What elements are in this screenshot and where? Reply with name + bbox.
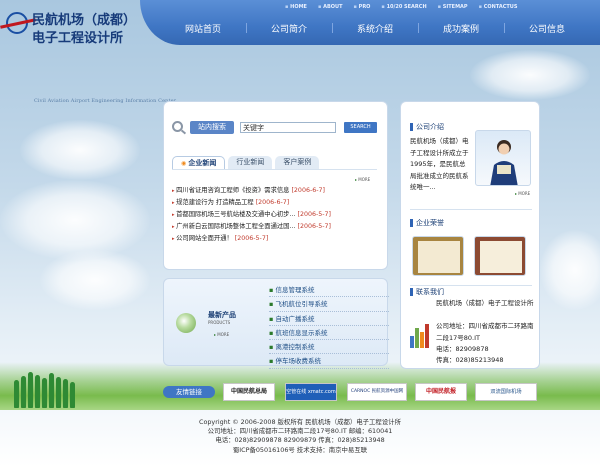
news-title[interactable]: 四川省证用咨询工程师《投资》需求信息 (176, 187, 289, 194)
honor-certificate-2[interactable] (474, 236, 526, 276)
nav-item-company-info[interactable]: 公司信息 (504, 22, 590, 35)
list-item[interactable]: 广州新白云国际机场整体工程全面通过国... [2006-5-7] (172, 221, 377, 233)
top-link-pro[interactable]: PRO (354, 4, 371, 10)
product-link[interactable]: 停车场收费系统 (269, 354, 389, 369)
contact-name: 民航机场（成都）电子工程设计所 (436, 299, 534, 307)
product-link[interactable]: 信息管理系统 (269, 283, 389, 298)
list-item[interactable]: 四川省证用咨询工程师《投资》需求信息 [2006-6-7] (172, 185, 377, 197)
friend-link-carnoc[interactable]: CARNOC 民航资源中国网 (347, 383, 407, 401)
news-date: [2006-5-7] (297, 223, 331, 230)
section-marker-icon (410, 219, 413, 227)
logo-title-line1: 民航机场（成都） (32, 13, 137, 28)
friend-link-xmatc[interactable]: 空管在线 xmatc.com (285, 383, 337, 401)
logo-emblem-icon (6, 12, 28, 34)
company-intro-title: 公司介绍 (410, 122, 444, 132)
products-title: 最新产品 (208, 311, 236, 319)
tab-divider (172, 169, 377, 170)
sidebar-divider (410, 285, 532, 286)
top-link-search[interactable]: 10/20 SEARCH (381, 4, 427, 10)
honor-certificate-1[interactable] (412, 236, 464, 276)
person-photo-icon (490, 140, 518, 185)
footer: Copyright © 2006-2008 版权所有 民航机场（成都）电子工程设… (0, 418, 600, 455)
logo-title-line2: 电子工程设计所 (32, 31, 124, 46)
news-date: [2006-5-7] (234, 235, 269, 242)
cloud-decoration (470, 50, 590, 100)
top-link-home[interactable]: HOME (285, 4, 307, 10)
news-date: [2006-5-7] (297, 211, 331, 218)
news-list: 四川省证用咨询工程师《投资》需求信息 [2006-6-7] 规范建设行为 打造精… (172, 185, 377, 245)
tab-client-cases[interactable]: 客户案例 (275, 156, 320, 169)
news-title[interactable]: 首都国际机场三号航站楼及交通中心初步... (176, 211, 295, 218)
sidebar-divider (410, 209, 532, 210)
products-more-link[interactable]: MORE (214, 332, 229, 337)
products-panel: 最新产品 PRODUCTS MORE 信息管理系统 飞机航位引导系统 自动广播系… (163, 278, 389, 369)
nav-item-home[interactable]: 网站首页 (160, 22, 246, 35)
product-list: 信息管理系统 飞机航位引导系统 自动广播系统 航班信息显示系统 离港控制系统 停… (269, 283, 389, 369)
watermark-text: Civil Aviation Airport Engineering Infor… (34, 98, 177, 104)
footer-copyright: Copyright © 2006-2008 版权所有 民航机场（成都）电子工程设… (199, 418, 401, 426)
friend-link-caacnews[interactable]: 中国民航报 (415, 383, 467, 401)
news-more-link[interactable]: MORE (355, 177, 370, 182)
top-link-contact[interactable]: CONTACTUS (479, 4, 518, 10)
news-date: [2006-6-7] (255, 199, 290, 206)
top-link-sitemap[interactable]: SITEMAP (438, 4, 468, 10)
cloud-decoration (0, 180, 150, 260)
product-link[interactable]: 自动广播系统 (269, 312, 389, 326)
cloud-decoration (540, 230, 600, 310)
site-logo[interactable]: 民航机场（成都） 电子工程设计所 (0, 0, 150, 60)
tab-company-news[interactable]: 企业新闻 (172, 156, 226, 169)
company-intro-text: 民航机场（成都）电子工程设计所成立于1995年，是民航总局批准成立的民航系统唯一… (410, 137, 469, 191)
site-search: 站内搜索 SEARCH (172, 121, 377, 135)
company-intro-photo (475, 130, 531, 186)
friend-links-label: 友情链接 (163, 386, 215, 398)
news-title[interactable]: 公司网站全面开通！ (176, 235, 233, 242)
friend-links: 友情链接 中国民航总局 空管在线 xmatc.com CARNOC 民航资源中国… (163, 382, 538, 402)
tab-industry-news[interactable]: 行业新闻 (228, 156, 273, 169)
contact-address: 公司地址：四川省成都市二环路南二段17号80.IT (436, 322, 534, 342)
list-item[interactable]: 首都国际机场三号航站楼及交通中心初步... [2006-5-7] (172, 209, 377, 221)
products-subtitle: PRODUCTS (208, 320, 231, 325)
product-link[interactable]: 航班信息显示系统 (269, 326, 389, 341)
product-disc-icon (176, 313, 196, 333)
contact-tel: 电话：82909878 (436, 345, 489, 353)
cloud-decoration (20, 120, 140, 180)
search-button[interactable]: SEARCH (344, 122, 377, 133)
cloud-decoration (40, 250, 150, 310)
section-marker-icon (410, 123, 413, 131)
main-nav: 网站首页 公司简介 系统介绍 成功案例 公司信息 (160, 22, 590, 35)
footer-phone: 电话：028)82909878 82909879 传真：028)85213948 (215, 436, 385, 445)
friend-link-shuangliu[interactable]: 双流国际机场 (475, 383, 537, 401)
product-link[interactable]: 飞机航位引导系统 (269, 297, 389, 312)
news-title[interactable]: 广州新白云国际机场整体工程全面通过国... (176, 223, 295, 230)
company-intro-more-link[interactable]: MORE (515, 191, 530, 196)
section-marker-icon (410, 288, 413, 296)
friend-link-caac[interactable]: 中国民航总局 (223, 383, 275, 401)
news-title[interactable]: 规范建设行为 打造精品工程 (176, 199, 254, 206)
list-item[interactable]: 规范建设行为 打造精品工程 [2006-6-7] (172, 197, 377, 209)
header-nav-band: HOME ABOUT PRO 10/20 SEARCH SITEMAP CONT… (140, 0, 600, 45)
nav-item-systems[interactable]: 系统介绍 (332, 22, 418, 35)
top-link-about[interactable]: ABOUT (318, 4, 342, 10)
search-label: 站内搜索 (190, 121, 234, 134)
contact-fax: 传真：028)85213948 (436, 356, 504, 364)
news-date: [2006-6-7] (291, 187, 325, 194)
honors-title: 企业荣誉 (410, 218, 444, 228)
contact-title: 联系我们 (410, 287, 444, 297)
magnifier-icon (172, 121, 183, 132)
product-link[interactable]: 离港控制系统 (269, 340, 389, 355)
news-tabs: 企业新闻 行业新闻 客户案例 (172, 156, 377, 170)
contact-chart-icon (410, 320, 430, 348)
nav-item-cases[interactable]: 成功案例 (418, 22, 504, 35)
nav-item-company-intro[interactable]: 公司简介 (246, 22, 332, 35)
footer-icp: 蜀ICP备05016106号 技术支持：南京中易互联 (232, 445, 368, 454)
top-link-bar: HOME ABOUT PRO 10/20 SEARCH SITEMAP CONT… (285, 4, 585, 10)
search-input[interactable] (240, 122, 336, 133)
list-item[interactable]: 公司网站全面开通！ [2006-5-7] (172, 233, 377, 245)
